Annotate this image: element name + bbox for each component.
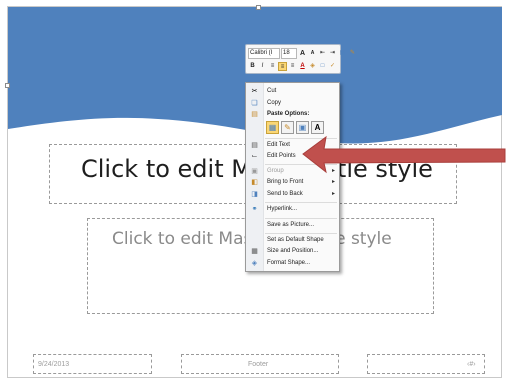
menu-item-label: Set as Default Shape [267, 237, 324, 243]
menu-item-label: Edit Points [267, 153, 296, 159]
shrink-font-button[interactable]: A [308, 49, 317, 58]
menu-item-label: Bring to Front [267, 179, 304, 185]
font-name-value: Calibri (I [250, 49, 273, 56]
send-to-back-icon: ◨ [251, 191, 258, 198]
menu-item-hyperlink[interactable]: ⚭ Hyperlink... [246, 204, 339, 215]
paste-option-use-destination-theme[interactable]: ▦ [266, 121, 279, 134]
bring-to-front-icon: ◧ [251, 179, 258, 186]
fill-color-icon[interactable]: ◈ [308, 62, 317, 71]
copy-format-icon[interactable]: ▦ [338, 49, 347, 58]
align-center-icon[interactable]: ≡ [278, 61, 287, 71]
menu-item-label: Format Shape... [267, 260, 311, 266]
hyperlink-icon: ⚭ [251, 206, 258, 213]
menu-item-label: Hyperlink... [267, 206, 298, 212]
paste-option-keep-text-only[interactable]: A [311, 121, 324, 134]
scissors-icon: ✂ [251, 88, 258, 95]
paste-option-picture[interactable]: ▣ [296, 121, 309, 134]
menu-item-label: Copy [267, 100, 282, 106]
resize-handle-top[interactable] [256, 5, 261, 10]
menu-item-label: Save as Picture... [267, 222, 315, 228]
edit-points-icon: ⌙ [251, 153, 258, 160]
menu-item-send-to-back[interactable]: ◨ Send to Back ▸ [246, 189, 339, 200]
menu-item-label: Edit Text [267, 142, 290, 148]
menu-item-label: Size and Position... [267, 248, 319, 254]
paste-option-keep-source-formatting[interactable]: ✎ [281, 121, 294, 134]
menu-item-set-as-default-shape[interactable]: Set as Default Shape [246, 235, 339, 246]
menu-separator [265, 202, 337, 203]
menu-item-edit-text[interactable]: ▤ Edit Text [246, 140, 339, 151]
paste-text-only-label: A [314, 123, 321, 132]
menu-item-save-as-picture[interactable]: Save as Picture... [246, 220, 339, 231]
bold-button[interactable]: B [248, 62, 257, 71]
font-name-box[interactable]: Calibri (I [248, 47, 280, 59]
grow-font-button[interactable]: A [298, 49, 307, 58]
slide-number-text: ‹#› [467, 361, 476, 368]
menu-item-label: Cut [267, 88, 277, 94]
decrease-indent-icon[interactable]: ⇤ [318, 49, 327, 58]
menu-item-label: Paste Options: [267, 111, 310, 117]
menu-item-edit-points[interactable]: ⌙ Edit Points [246, 151, 339, 162]
menu-item-cut[interactable]: ✂ Cut [246, 86, 339, 97]
footer-text: Footer [248, 361, 269, 368]
shape-effects-icon[interactable]: ✓ [328, 62, 337, 71]
menu-separator [265, 233, 337, 234]
font-size-value: 18 [283, 49, 290, 56]
menu-item-format-shape[interactable]: ◈ Format Shape... [246, 258, 339, 269]
mini-toolbar: Calibri (I 18 A A ⇤ ⇥ ▦ ✎ B I ≡ ≡ ≡ A ◈ … [245, 44, 355, 74]
menu-item-group[interactable]: ▣ Group ▸ [246, 166, 339, 177]
menu-item-copy[interactable]: ❏ Copy [246, 98, 339, 109]
context-menu: ✂ Cut ❏ Copy ▤ Paste Options: ▦ ✎ ▣ A ▤ … [245, 82, 340, 272]
paste-icon: ▤ [251, 111, 258, 118]
date-text: 9/24/2013 [38, 361, 70, 368]
resize-handle-left[interactable] [5, 83, 10, 88]
font-size-box[interactable]: 18 [281, 47, 297, 59]
menu-item-size-and-position[interactable]: ▦ Size and Position... [246, 246, 339, 257]
submenu-arrow-icon: ▸ [331, 168, 335, 174]
edit-text-icon: ▤ [251, 142, 258, 149]
paste-picture-icon: ▣ [298, 123, 307, 132]
menu-separator [265, 138, 337, 139]
menu-item-label: Group [267, 168, 284, 174]
size-position-icon: ▦ [251, 248, 258, 255]
format-shape-icon: ◈ [251, 260, 258, 267]
copy-icon: ❏ [251, 100, 258, 107]
group-icon: ▣ [251, 168, 258, 175]
outline-color-icon[interactable]: □ [318, 62, 327, 71]
menu-item-bring-to-front[interactable]: ◧ Bring to Front ▸ [246, 177, 339, 188]
menu-separator [265, 218, 337, 219]
italic-button[interactable]: I [258, 62, 267, 71]
submenu-arrow-icon: ▸ [331, 191, 335, 197]
align-right-icon[interactable]: ≡ [288, 62, 297, 71]
format-painter-icon[interactable]: ✎ [348, 49, 357, 58]
font-color-button[interactable]: A [298, 62, 307, 71]
align-left-icon[interactable]: ≡ [268, 62, 277, 71]
increase-indent-icon[interactable]: ⇥ [328, 49, 337, 58]
paste-theme-icon: ▦ [268, 123, 277, 132]
menu-item-label: Send to Back [267, 191, 303, 197]
submenu-arrow-icon: ▸ [331, 179, 335, 185]
paste-brush-icon: ✎ [284, 123, 291, 132]
powerpoint-slide-editor: Click to edit Master title style Click t… [0, 0, 507, 383]
menu-separator [265, 164, 337, 165]
menu-item-paste-options: ▤ Paste Options: [246, 109, 339, 120]
